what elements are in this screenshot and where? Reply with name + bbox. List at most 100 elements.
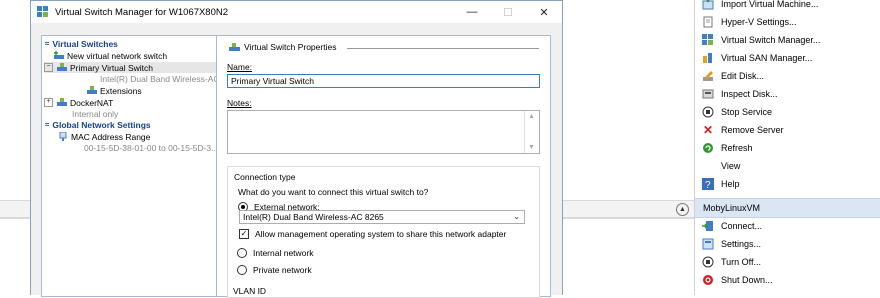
action-label: Remove Server — [721, 125, 784, 135]
refresh-icon — [702, 142, 714, 154]
action-stop-service[interactable]: Stop Service — [695, 103, 880, 121]
private-network-radio[interactable]: Private network — [237, 265, 312, 275]
switch-icon — [229, 42, 240, 52]
action-virtual-switch-manager[interactable]: Virtual Switch Manager... — [695, 31, 880, 49]
radio-unselected-icon — [237, 248, 247, 258]
tree-label: New virtual network switch — [67, 50, 168, 61]
switch-tree: ≈ Virtual Switches New virtual network s… — [41, 35, 226, 297]
tree-header-label: Global Network Settings — [52, 119, 151, 130]
action-label: Stop Service — [721, 107, 773, 117]
settings-page-icon — [702, 16, 714, 28]
dialog-titlebar[interactable]: Virtual Switch Manager for W1067X80N2 — … — [31, 1, 562, 23]
switch-name-input[interactable] — [227, 74, 540, 88]
action-shut-down[interactable]: Shut Down... — [695, 271, 880, 289]
section-divider — [347, 48, 539, 49]
dialog-body: ≈ Virtual Switches New virtual network s… — [31, 23, 562, 298]
action-import-vm[interactable]: Import Virtual Machine... — [695, 0, 880, 13]
svg-text:?: ? — [705, 180, 711, 190]
tree-item-primary-switch[interactable]: − Primary Virtual Switch — [44, 62, 224, 73]
scroll-down-icon[interactable]: ▼ — [528, 144, 535, 151]
actions-pane: Import Virtual Machine... Hyper-V Settin… — [695, 0, 880, 295]
tree-header-global-settings[interactable]: ≈ Global Network Settings — [45, 119, 151, 130]
stop-icon — [702, 106, 714, 118]
action-label: Settings... — [721, 239, 762, 249]
name-label: Name: — [227, 62, 253, 72]
internal-network-radio[interactable]: Internal network — [237, 248, 313, 258]
collapse-chevron-icon[interactable]: ≈ — [45, 120, 49, 129]
help-icon: ? — [702, 178, 714, 190]
chevron-down-icon[interactable]: ⌄ — [513, 211, 520, 223]
collapse-box-icon[interactable]: − — [44, 63, 53, 72]
action-remove-server[interactable]: ✕ Remove Server — [695, 121, 880, 139]
collapse-chevron-icon[interactable]: ≈ — [45, 39, 49, 48]
scroll-up-icon[interactable]: ▲ — [528, 113, 535, 120]
action-label: Connect... — [721, 221, 763, 231]
edit-disk-icon — [702, 70, 714, 82]
action-label: Inspect Disk... — [721, 89, 778, 99]
remove-x-icon: ✕ — [702, 123, 714, 137]
adapter-select-value: Intel(R) Dual Band Wireless-AC 8265 — [243, 212, 384, 222]
tree-sublabel: 00-15-5D-38-01-00 to 00-15-5D-3... — [84, 142, 219, 153]
switch-properties-panel: Virtual Switch Properties Name: Notes: ▲… — [216, 35, 551, 298]
action-label: Virtual Switch Manager... — [721, 35, 821, 45]
close-button[interactable]: ✕ — [526, 1, 562, 23]
tree-item-extensions[interactable]: Extensions — [87, 85, 142, 96]
checkbox-label: Allow management operating system to sha… — [255, 229, 507, 239]
radio-label: Internal network — [253, 248, 314, 258]
tree-label: Extensions — [100, 85, 142, 96]
tree-item-mac-range[interactable]: MAC Address Range — [58, 131, 150, 142]
action-label: Edit Disk... — [721, 71, 765, 81]
switch-icon — [57, 63, 67, 72]
virtual-switch-manager-dialog: Virtual Switch Manager for W1067X80N2 — … — [30, 0, 563, 298]
shut-down-icon — [702, 274, 714, 286]
tree-sublabel: Internal only — [72, 108, 119, 119]
tree-label: DockerNAT — [70, 97, 114, 108]
action-help[interactable]: ? Help — [695, 175, 880, 193]
maximize-button[interactable]: ☐ — [490, 1, 526, 23]
vm-section-header: MobyLinuxVM — [695, 198, 880, 218]
switch-manager-icon — [702, 34, 714, 46]
mac-address-icon — [58, 131, 68, 141]
action-label: Refresh — [721, 143, 753, 153]
action-turn-off[interactable]: Turn Off... — [695, 253, 880, 271]
action-refresh[interactable]: Refresh — [695, 139, 880, 157]
section-title-label: Virtual Switch Properties — [244, 42, 337, 52]
properties-section-title: Virtual Switch Properties — [229, 42, 336, 52]
action-label: Import Virtual Machine... — [721, 0, 819, 9]
allow-management-checkbox[interactable]: ✓ Allow management operating system to s… — [239, 229, 506, 239]
radio-unselected-icon — [237, 265, 247, 275]
action-edit-disk[interactable]: Edit Disk... — [695, 67, 880, 85]
vm-header-label: MobyLinuxVM — [703, 203, 761, 213]
notes-scrollbar[interactable]: ▲ ▼ — [524, 111, 539, 153]
radio-label: Private network — [253, 265, 312, 275]
tree-item-new-switch[interactable]: New virtual network switch — [54, 50, 167, 61]
action-connect[interactable]: Connect... — [695, 217, 880, 235]
switch-icon — [57, 98, 67, 107]
notes-textarea[interactable]: ▲ ▼ — [227, 110, 540, 154]
minimize-button[interactable]: — — [454, 1, 490, 23]
expand-box-icon[interactable]: + — [44, 98, 53, 107]
tree-header-label: Virtual Switches — [52, 38, 118, 49]
checkmark-icon: ✓ — [239, 229, 249, 239]
action-view[interactable]: View — [695, 157, 880, 175]
action-inspect-disk[interactable]: Inspect Disk... — [695, 85, 880, 103]
san-manager-icon — [702, 52, 714, 64]
scroll-up-icon[interactable]: ▲ — [676, 203, 689, 216]
action-label: Virtual SAN Manager... — [721, 53, 813, 63]
dialog-title: Virtual Switch Manager for W1067X80N2 — [55, 6, 229, 18]
action-label: Hyper-V Settings... — [721, 17, 797, 27]
vm-settings-icon — [702, 238, 714, 250]
notes-label: Notes: — [227, 98, 252, 108]
action-settings[interactable]: Settings... — [695, 235, 880, 253]
tree-label: MAC Address Range — [71, 131, 151, 142]
adapter-select[interactable]: Intel(R) Dual Band Wireless-AC 8265 ⌄ — [239, 210, 525, 224]
tree-item-dockernat[interactable]: + DockerNAT — [44, 97, 113, 108]
blank-icon — [702, 160, 714, 172]
action-label: Help — [721, 179, 740, 189]
action-hyperv-settings[interactable]: Hyper-V Settings... — [695, 13, 880, 31]
action-virtual-san-manager[interactable]: Virtual SAN Manager... — [695, 49, 880, 67]
tree-header-virtual-switches[interactable]: ≈ Virtual Switches — [45, 38, 118, 49]
extensions-icon — [87, 86, 97, 95]
tree-label: Primary Virtual Switch — [70, 62, 153, 73]
tree-sublabel: Intel(R) Dual Band Wireless-AC 8265 — [100, 73, 225, 84]
